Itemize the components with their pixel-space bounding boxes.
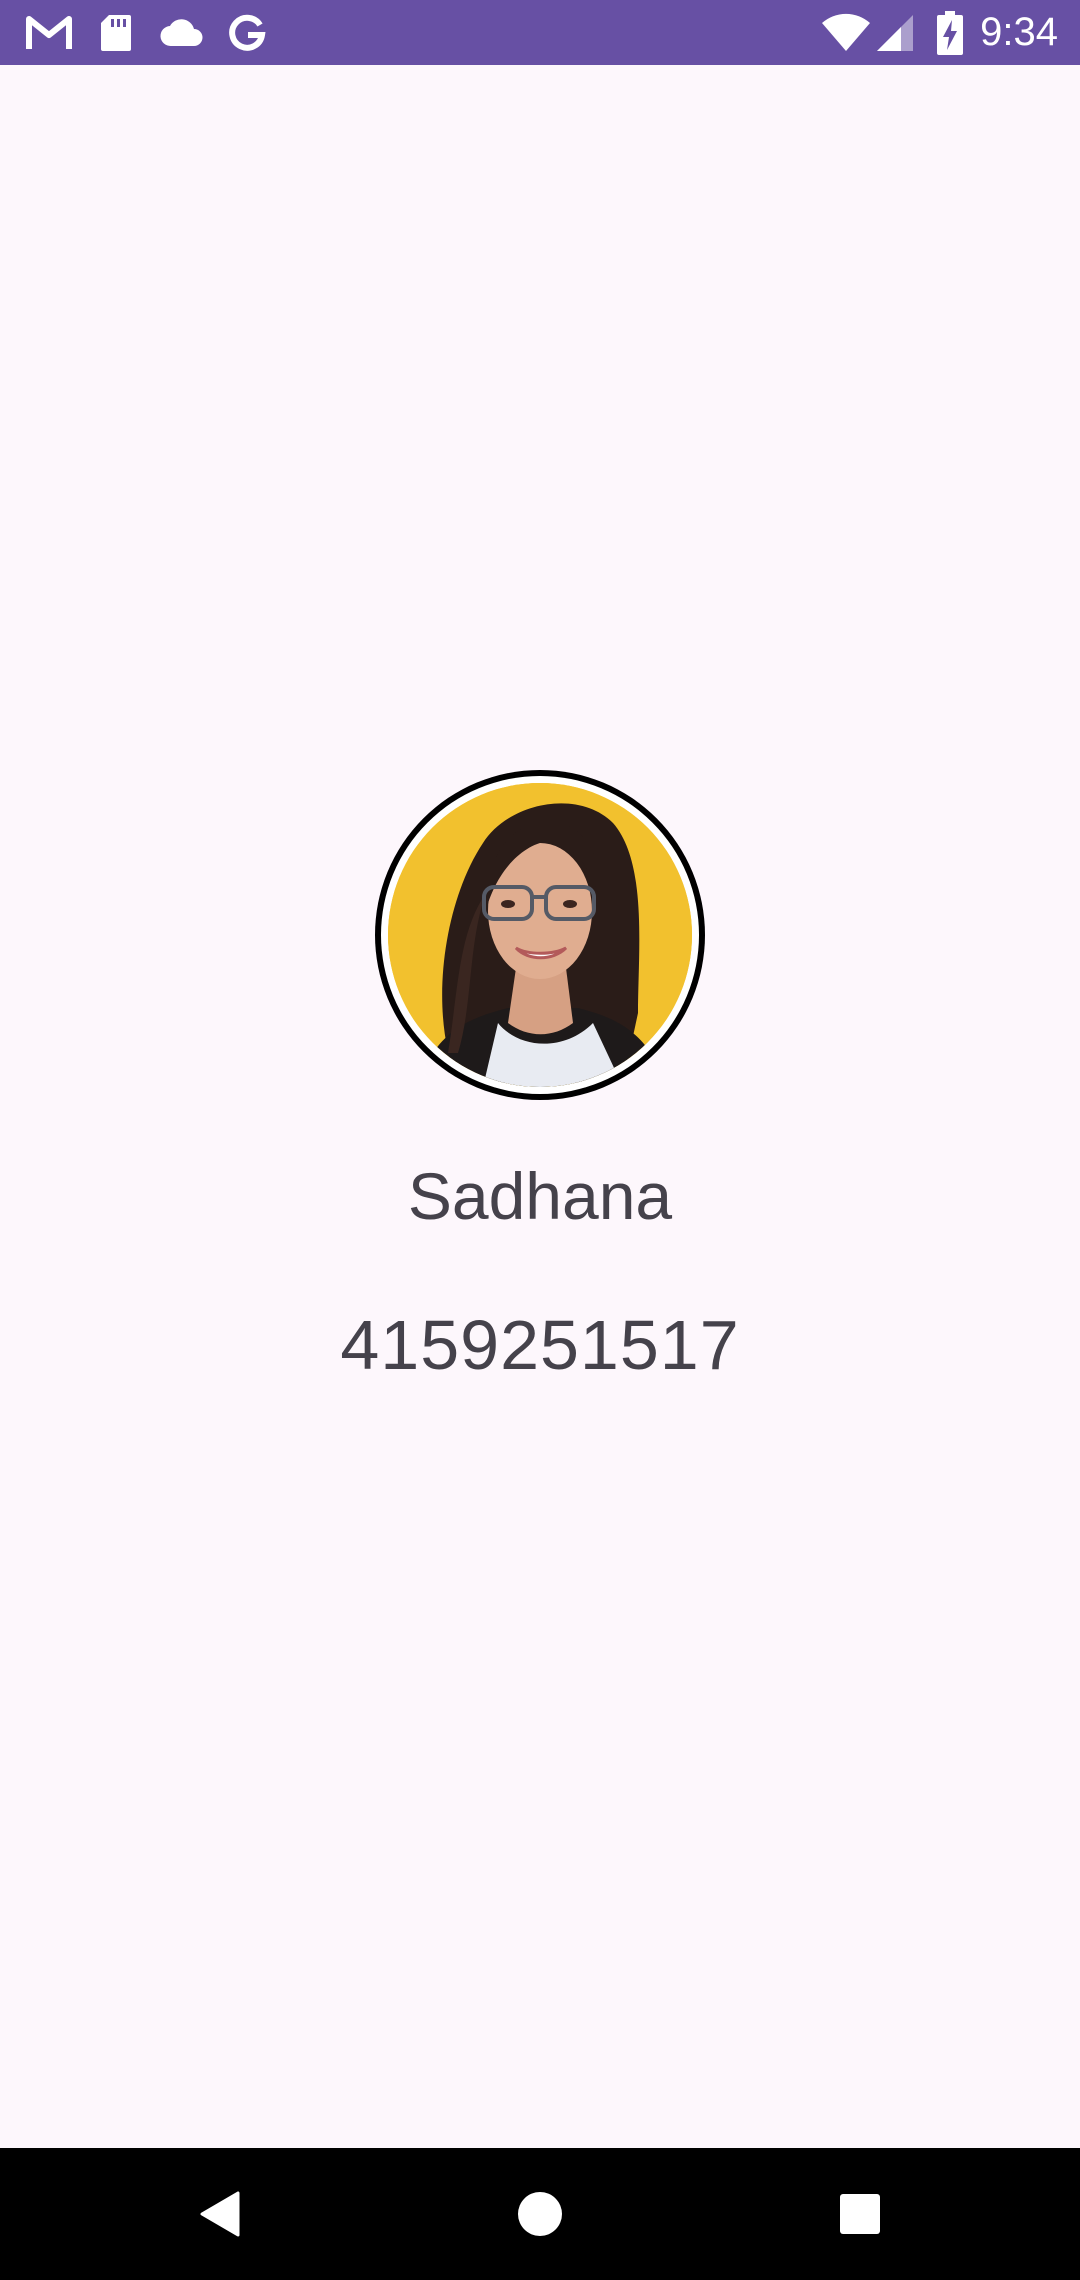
battery-charging-icon <box>934 0 966 65</box>
recents-icon[interactable] <box>820 2174 900 2254</box>
navigation-bar <box>0 2148 1080 2280</box>
google-icon <box>224 0 270 65</box>
back-icon[interactable] <box>180 2174 260 2254</box>
avatar <box>375 770 705 1100</box>
cloud-icon <box>158 0 206 65</box>
gmail-icon <box>22 0 76 65</box>
cell-signal-icon <box>874 0 916 65</box>
wifi-icon <box>820 0 872 65</box>
screen: 9:34 Sadhana 4159251517 <box>0 0 1080 2280</box>
status-bar: 9:34 <box>0 0 1080 65</box>
home-icon[interactable] <box>500 2174 580 2254</box>
status-time: 9:34 <box>980 10 1058 54</box>
contact-phone: 4159251517 <box>340 1306 740 1384</box>
sd-card-icon <box>96 0 136 65</box>
contact-name: Sadhana <box>407 1159 673 1233</box>
avatar-photo <box>388 783 692 1087</box>
